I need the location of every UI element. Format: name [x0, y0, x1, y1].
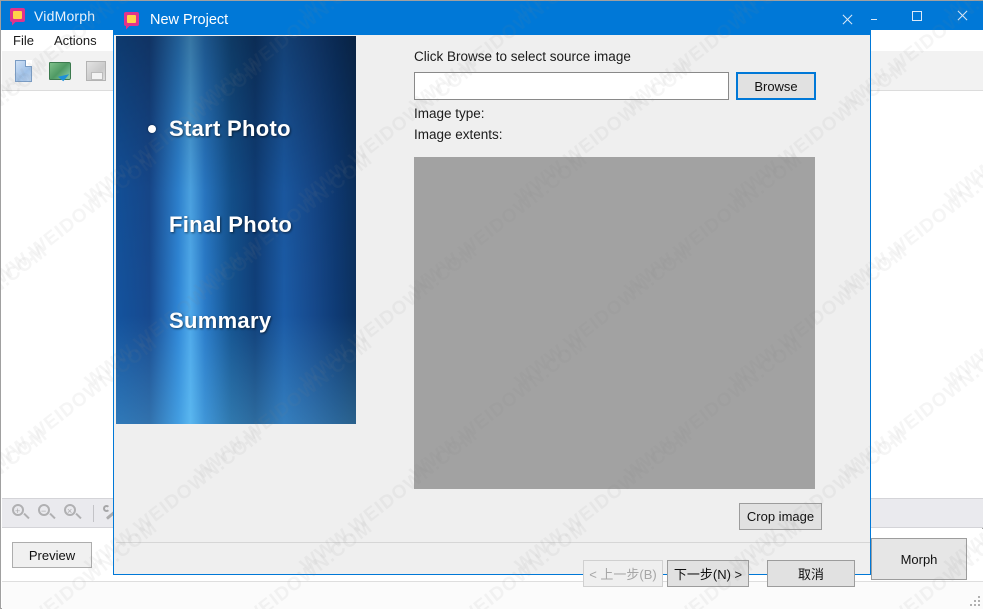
close-icon	[841, 14, 853, 26]
cancel-button[interactable]: 取消	[767, 560, 855, 587]
zoom-out-icon: −	[34, 501, 58, 525]
sidebar-step-label: Start Photo	[169, 116, 291, 141]
image-preview-area[interactable]	[414, 157, 815, 489]
image-type-label: Image type:	[414, 106, 485, 121]
zoom-reset-sign: ×	[67, 506, 73, 516]
preview-button[interactable]: Preview	[12, 542, 92, 568]
app-icon	[10, 7, 26, 24]
sidebar-step-final-photo[interactable]: Final Photo	[116, 212, 356, 238]
sidebar-step-label: Summary	[169, 308, 272, 333]
active-step-bullet-icon	[148, 125, 156, 133]
menu-item-actions[interactable]: Actions	[45, 31, 106, 50]
app-icon	[124, 11, 140, 28]
toolbar-separator	[93, 504, 94, 522]
zoom-reset-icon: ×	[60, 501, 84, 525]
next-button[interactable]: 下一步(N) >	[667, 560, 749, 587]
source-path-input[interactable]	[414, 72, 729, 100]
resize-grip[interactable]	[967, 593, 980, 606]
zoom-in-sign: +	[15, 506, 21, 516]
menu-item-file[interactable]: File	[4, 31, 43, 50]
back-button[interactable]: < 上一步(B)	[583, 560, 663, 587]
sidebar-step-label: Final Photo	[169, 212, 293, 237]
new-project-dialog: New Project Start Photo Final Photo Summ…	[113, 3, 871, 587]
screen: VidMorph File Actions Help	[0, 0, 983, 609]
main-window-title: VidMorph	[34, 7, 96, 24]
open-project-icon[interactable]	[44, 54, 78, 88]
wizard-step-sidebar: Start Photo Final Photo Summary	[116, 36, 356, 424]
maximize-button[interactable]	[894, 1, 939, 30]
dialog-title-bar: New Project	[114, 4, 870, 35]
zoom-in-icon: +	[8, 501, 32, 525]
dialog-title: New Project	[150, 11, 229, 28]
sidebar-step-start-photo[interactable]: Start Photo	[116, 116, 356, 142]
dialog-close-button[interactable]	[824, 4, 870, 35]
maximize-icon	[911, 10, 922, 21]
close-icon	[956, 10, 968, 22]
browse-button[interactable]: Browse	[736, 72, 816, 100]
close-button[interactable]	[939, 1, 983, 30]
image-extents-label: Image extents:	[414, 127, 503, 142]
right-side-pane	[861, 91, 983, 498]
sidebar-step-summary[interactable]: Summary	[116, 308, 356, 334]
source-path-row: Browse	[414, 72, 854, 100]
new-project-icon[interactable]	[8, 54, 42, 88]
morph-button[interactable]: Morph	[871, 538, 967, 580]
source-instruction-label: Click Browse to select source image	[414, 49, 631, 64]
dialog-footer: < 上一步(B) 下一步(N) > 取消	[114, 543, 870, 587]
crop-image-button[interactable]: Crop image	[739, 503, 822, 530]
save-project-icon	[80, 54, 114, 88]
zoom-out-sign: −	[41, 506, 47, 516]
dialog-content-pane: Click Browse to select source image Brow…	[414, 49, 854, 142]
